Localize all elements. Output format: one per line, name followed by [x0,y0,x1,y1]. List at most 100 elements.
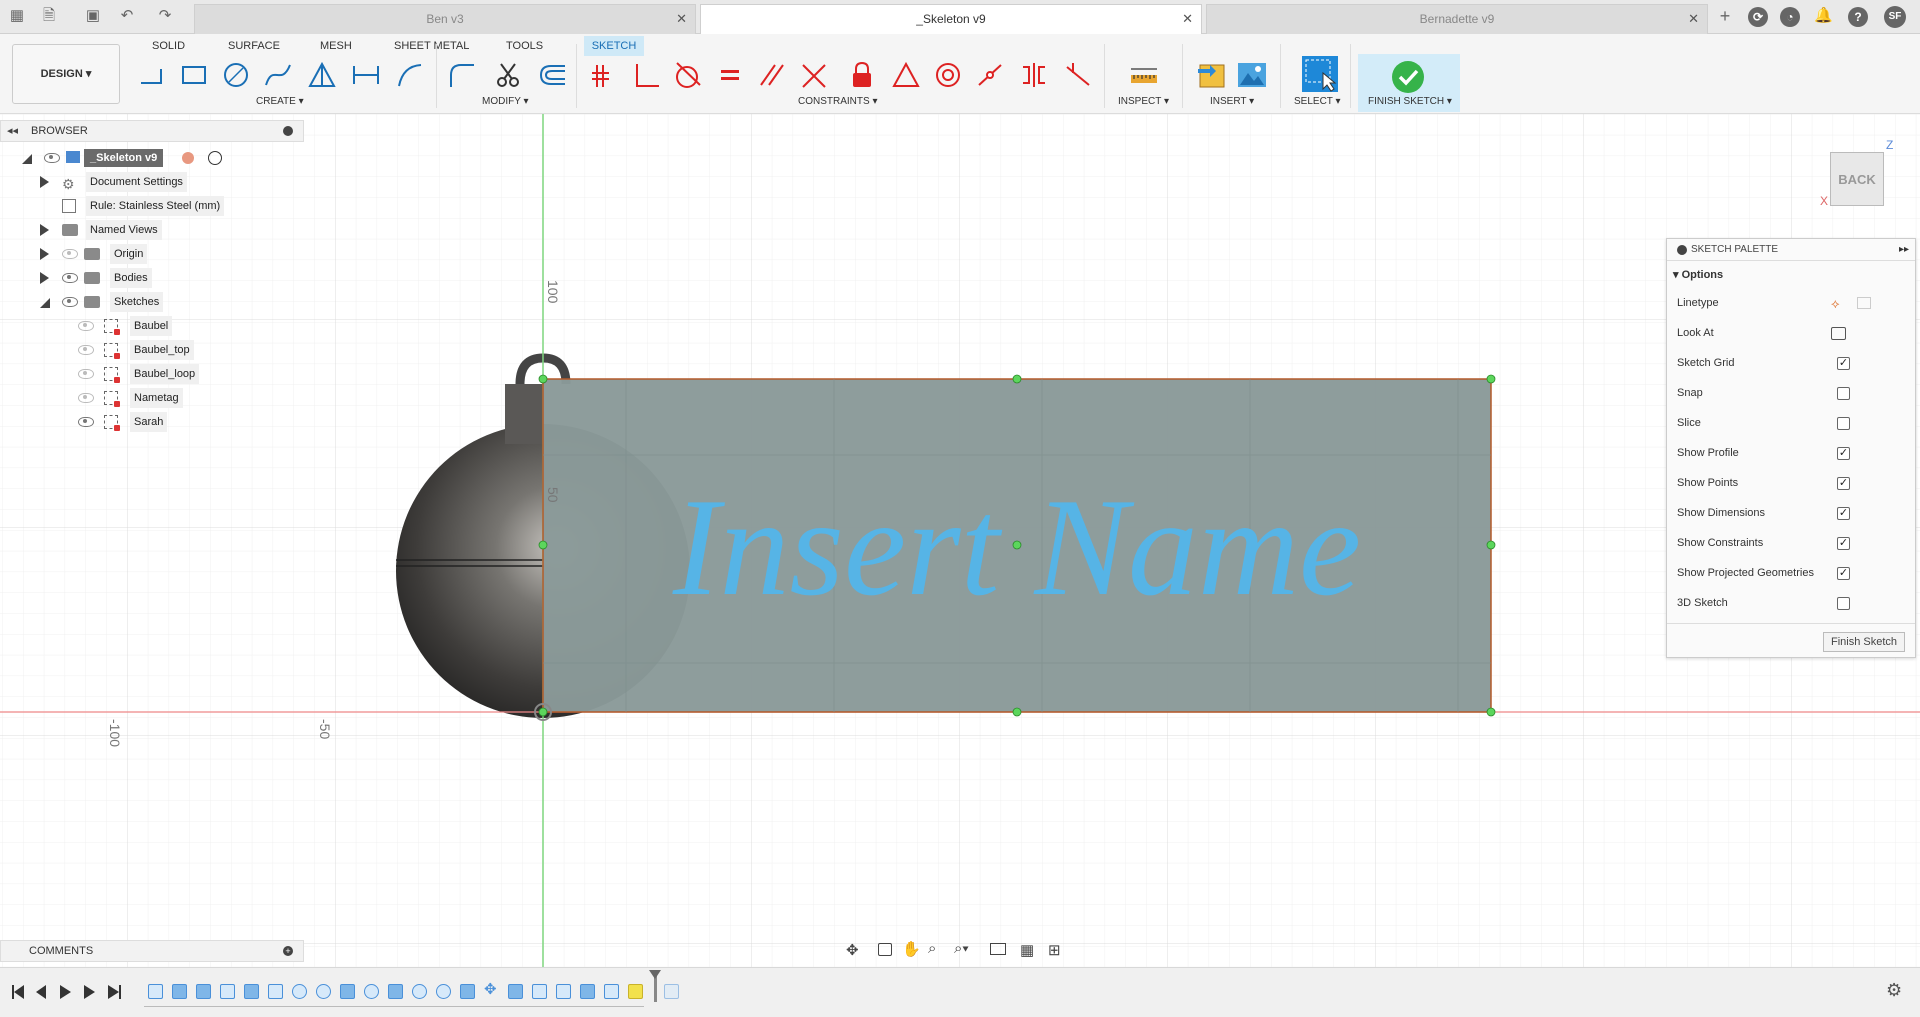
line-tool-icon[interactable] [136,58,168,92]
look-at-icon[interactable] [878,943,892,956]
equal-constraint-icon[interactable] [714,58,746,92]
show-profile-checkbox[interactable]: ✓ [1837,447,1850,460]
palette-header[interactable]: SKETCH PALETTE ▸▸ [1667,239,1915,261]
file-menu-icon[interactable]: 🗎 [40,7,58,25]
timeline-pattern-icon[interactable] [460,984,475,999]
minimize-icon[interactable] [283,126,293,136]
pan-icon[interactable]: ✋ [902,940,921,958]
modify-group-label[interactable]: MODIFY ▾ [482,96,529,107]
visibility-eye-icon[interactable] [44,153,60,163]
expand-icon[interactable] [40,224,49,236]
tab-solid[interactable]: SOLID [146,36,191,56]
expand-icon[interactable] [40,176,49,188]
spline-tool-icon[interactable] [262,58,294,92]
timeline-rolled-back-icon[interactable] [664,984,679,999]
curvature-constraint-icon[interactable] [974,58,1006,92]
3d-sketch-checkbox[interactable] [1837,597,1850,610]
insert-group-label[interactable]: INSERT ▾ [1210,96,1254,107]
close-icon[interactable]: ✕ [1688,5,1699,33]
parallel-constraint-icon[interactable] [756,58,788,92]
new-tab-icon[interactable]: + [1716,7,1734,25]
sketch-text[interactable]: Insert Name [672,470,1361,625]
tab-bernadette-v9[interactable]: Bernadette v9 ✕ [1206,4,1708,34]
expand-arrow-icon[interactable]: ▸▸ [1899,239,1909,261]
tangent-constraint-icon[interactable] [672,58,704,92]
expand-icon[interactable] [40,248,49,260]
visibility-eye-icon[interactable] [78,345,94,355]
show-constraints-checkbox[interactable]: ✓ [1837,537,1850,550]
timeline-sketch-icon[interactable] [604,984,619,999]
close-icon[interactable]: ✕ [1182,5,1193,33]
redo-icon[interactable]: ↷ [156,7,174,25]
slice-checkbox[interactable] [1837,417,1850,430]
step-forward-icon[interactable] [84,985,95,999]
view-cube-face[interactable]: BACK [1830,152,1884,206]
timeline-sweep-icon[interactable] [292,984,307,999]
tab-mesh[interactable]: MESH [314,36,358,56]
add-comment-icon[interactable]: + [283,946,293,956]
minimize-icon[interactable] [1677,245,1687,255]
extensions-icon[interactable]: ⟳ [1748,7,1768,27]
symmetry-constraint-icon[interactable] [1018,58,1050,92]
timeline-settings-gear-icon[interactable]: ⚙ [1886,980,1902,1001]
close-icon[interactable]: ✕ [676,5,687,33]
notifications-icon[interactable]: 🔔 [1814,7,1833,25]
timeline-marker-head-icon[interactable] [649,970,661,979]
insert-derive-icon[interactable] [1196,58,1228,92]
step-back-icon[interactable] [36,985,46,999]
dimension-tool-icon[interactable] [350,58,382,92]
arc-tool-icon[interactable] [394,58,426,92]
coincident-constraint-icon[interactable] [588,58,620,92]
show-projected-geometries-checkbox[interactable]: ✓ [1837,567,1850,580]
user-avatar[interactable]: SF [1884,6,1906,28]
insert-canvas-icon[interactable] [1236,58,1268,92]
expand-icon[interactable] [22,154,32,164]
timeline-fillet-icon[interactable] [340,984,355,999]
timeline-shell-icon[interactable] [412,984,427,999]
visibility-eye-icon[interactable] [78,369,94,379]
offset-tool-icon[interactable] [536,58,568,92]
collapse-icon[interactable]: ◂◂ [7,121,18,141]
timeline-shell-icon[interactable] [436,984,451,999]
timeline-combine-icon[interactable] [388,984,403,999]
tab-sketch[interactable]: SKETCH [584,36,644,56]
visibility-eye-icon[interactable] [62,297,78,307]
construction-linetype-icon[interactable]: ⟡ [1831,296,1840,312]
undo-icon[interactable]: ↶ [118,7,136,25]
fit-icon[interactable]: ⌕▾ [954,940,969,957]
show-dimensions-checkbox[interactable]: ✓ [1837,507,1850,520]
finish-sketch-group[interactable]: FINISH SKETCH ▾ [1358,54,1460,112]
go-to-end-icon[interactable] [108,985,119,999]
grid-settings-icon[interactable]: ▦ [1020,941,1034,959]
browser-panel-header[interactable]: ◂◂ BROWSER [0,120,304,142]
visibility-eye-icon[interactable] [78,321,94,331]
circle-tool-icon[interactable] [220,58,252,92]
polygon-tool-icon[interactable] [306,58,338,92]
collinear-constraint-icon[interactable] [798,58,830,92]
timeline-body-icon[interactable] [196,984,211,999]
tab-ben-v3[interactable]: Ben v3 ✕ [194,4,696,34]
select-tool-icon[interactable] [1300,54,1340,94]
rectangle-tool-icon[interactable] [178,58,210,92]
orbit-icon[interactable]: ✥ [846,941,859,959]
show-points-checkbox[interactable]: ✓ [1837,477,1850,490]
job-status-icon[interactable]: ◔ [1780,7,1800,27]
visibility-eye-icon[interactable] [78,417,94,427]
fillet-tool-icon[interactable] [446,58,478,92]
visibility-eye-icon[interactable] [78,393,94,403]
midpoint-constraint-icon[interactable] [890,58,922,92]
timeline-combine-icon[interactable] [508,984,523,999]
viewports-icon[interactable]: ⊞ [1048,941,1061,959]
comments-panel[interactable]: COMMENTS + [0,940,304,962]
tab-sheet-metal[interactable]: SHEET METAL [388,36,475,56]
workspace-switcher[interactable]: DESIGN ▾ [12,44,120,104]
snap-checkbox[interactable] [1837,387,1850,400]
save-icon[interactable]: ▣ [84,7,102,25]
timeline-revolve-icon[interactable] [244,984,259,999]
timeline-active-sketch-icon[interactable] [628,984,643,999]
tab-surface[interactable]: SURFACE [222,36,286,56]
timeline-sketch-icon[interactable] [148,984,163,999]
look-at-icon[interactable] [1831,327,1846,340]
visibility-eye-icon[interactable] [62,273,78,283]
sketch-grid-checkbox[interactable]: ✓ [1837,357,1850,370]
